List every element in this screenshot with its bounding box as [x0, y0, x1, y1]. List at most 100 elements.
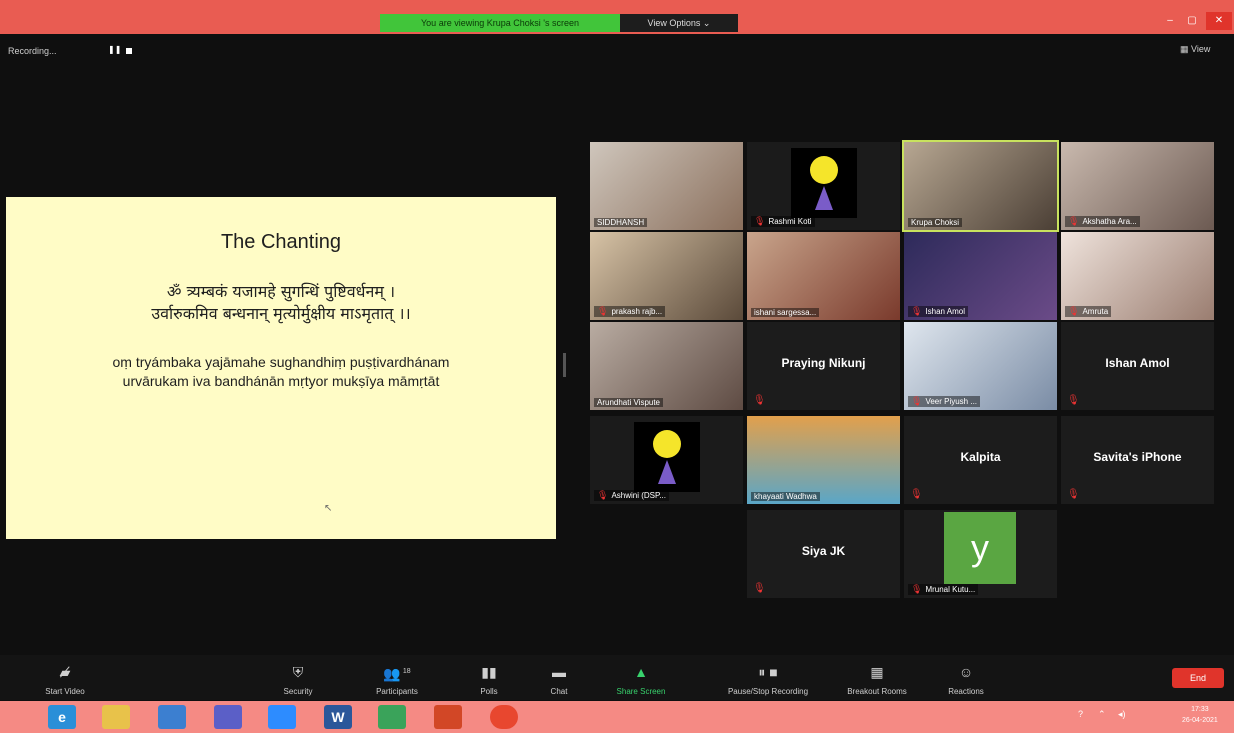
participant-video — [590, 322, 743, 410]
pen-app-icon[interactable] — [158, 705, 186, 729]
sanskrit-line-1: ॐ त्र्यम्बकं यजामहे सुगन्धिं पुष्टिवर्धन… — [166, 282, 396, 301]
participant-tile[interactable]: 🎙 Amruta — [1061, 232, 1214, 320]
chat-icon: ▬ — [552, 664, 566, 680]
maximize-button[interactable]: ▢ — [1180, 12, 1204, 30]
sanskrit-line-2: उर्वारुकमिव बन्धनान् मृत्योर्मुक्षीय माऽ… — [151, 304, 411, 323]
mic-muted-icon: 🎙 — [1068, 306, 1080, 316]
start-video-button[interactable]: ▰̸ Start Video — [20, 663, 110, 696]
participant-name: khayaati Wadhwa — [754, 492, 817, 501]
participant-name-label: SIDDHANSH — [594, 218, 648, 227]
view-options-button[interactable]: View Options ⌄ — [620, 14, 738, 32]
reactions-icon: ☺ — [958, 664, 974, 680]
participant-tile[interactable]: ishani sargessa... — [747, 232, 900, 320]
share-screen-button[interactable]: ▲ Share Screen — [596, 663, 686, 696]
participant-video — [747, 416, 900, 504]
mic-muted-icon: 🎙 — [1067, 395, 1080, 406]
zoom-icon[interactable] — [268, 705, 296, 729]
participant-name: Amruta — [1082, 307, 1109, 316]
mic-muted-icon: 🎙 — [1068, 216, 1080, 226]
participant-tile[interactable]: 🎙 Akshatha Ara... — [1061, 142, 1214, 230]
video-off-icon: ▰̸ — [59, 664, 71, 680]
participant-tile[interactable]: 🎙 Veer Piyush ... — [904, 322, 1057, 410]
profile-picture — [634, 422, 700, 492]
minimize-button[interactable]: – — [1158, 12, 1182, 30]
participant-name: Praying Nikunj — [781, 356, 866, 370]
participant-tile[interactable]: khayaati Wadhwa — [747, 416, 900, 504]
profile-picture — [791, 148, 857, 218]
participant-name: Akshatha Ara... — [1082, 217, 1137, 226]
participant-name: prakash rajb... — [611, 307, 663, 316]
participant-tile[interactable]: Ishan Amol 🎙 — [1061, 322, 1214, 410]
participant-tile[interactable]: Savita's iPhone 🎙 — [1061, 416, 1214, 504]
participant-name-label: 🎙 Akshatha Ara... — [1065, 216, 1140, 227]
mic-muted-icon: 🎙 — [1067, 489, 1080, 500]
mic-muted-icon: 🎙 — [597, 306, 609, 316]
chrome-icon[interactable] — [490, 705, 518, 729]
view-button[interactable]: ▦ View — [1180, 44, 1210, 55]
paint-icon[interactable] — [378, 705, 406, 729]
participant-name: Siya JK — [801, 544, 846, 558]
ie-icon[interactable]: e — [48, 705, 76, 729]
participants-button[interactable]: 👥 18 Participants — [352, 663, 442, 696]
end-meeting-button[interactable]: End — [1172, 668, 1224, 688]
chat-button[interactable]: ▬ Chat — [514, 663, 604, 696]
help-icon[interactable]: ? — [1078, 709, 1083, 719]
participant-video — [590, 142, 743, 230]
participant-tile[interactable]: Arundhati Vispute — [590, 322, 743, 410]
teams-icon[interactable] — [214, 705, 242, 729]
participant-tile[interactable]: 🎙 Ishan Amol — [904, 232, 1057, 320]
participant-name: Savita's iPhone — [1093, 450, 1182, 464]
tray-arrow-icon[interactable]: ⌃ — [1098, 709, 1106, 720]
recording-label: Recording... — [8, 46, 57, 56]
participant-tile[interactable]: 🎙 Rashmi Koti — [747, 142, 900, 230]
participant-name: Veer Piyush ... — [925, 397, 978, 406]
participant-name: ishani sargessa... — [754, 308, 817, 317]
presentation-icon[interactable] — [434, 705, 462, 729]
participant-tile[interactable]: 🎙 prakash rajb... — [590, 232, 743, 320]
participant-name: Kalpita — [960, 450, 1001, 464]
participant-tile[interactable]: 🎙 Ashwini (DSP... — [590, 416, 743, 504]
participant-name-label: 🎙 Ishan Amol — [908, 306, 969, 317]
word-icon[interactable]: W — [324, 705, 352, 729]
split-divider-handle[interactable] — [563, 353, 566, 377]
avatar: y — [944, 512, 1016, 584]
pause-stop-recording-button[interactable]: ⏸ ■ Pause/Stop Recording — [708, 663, 828, 696]
pause-recording-icon[interactable]: ❚❚ — [108, 45, 121, 54]
clock-date: 26-04-2021 — [1182, 717, 1218, 724]
slide-sanskrit: ॐ त्र्यम्बकं यजामहे सुगन्धिं पुष्टिवर्धन… — [6, 281, 556, 325]
pause-stop-icon: ⏸ ■ — [758, 664, 778, 680]
mic-muted-icon: 🎙 — [911, 306, 923, 316]
participant-tile[interactable]: Kalpita 🎙 — [904, 416, 1057, 504]
close-button[interactable]: ✕ — [1206, 12, 1232, 30]
slide-transliteration: oṃ tryámbaka yajāmahe sughandhiṃ puṣṭiva… — [6, 353, 556, 391]
participant-name-label: 🎙 Veer Piyush ... — [908, 396, 981, 407]
breakout-rooms-button[interactable]: ▦ Breakout Rooms — [832, 663, 922, 696]
participant-tile[interactable]: SIDDHANSH — [590, 142, 743, 230]
participant-name-label: 🎙 Mrunal Kutu... — [908, 584, 979, 595]
participant-name-label: 🎙 Ashwini (DSP... — [594, 490, 669, 501]
participant-name-label: Krupa Choksi — [908, 218, 963, 227]
mic-muted-icon: 🎙 — [753, 395, 766, 406]
viewing-banner: You are viewing Krupa Choksi 's screen — [380, 14, 620, 32]
windows-taskbar: e W ? ⌃ ◂) 17:33 26-04-2021 — [0, 701, 1234, 733]
participant-name: Ishan Amol — [1105, 356, 1170, 370]
shield-icon: ⛨ — [292, 664, 304, 680]
mouse-cursor-icon: ↖ — [324, 503, 333, 514]
participant-name-label: Arundhati Vispute — [594, 398, 664, 407]
mic-muted-icon: 🎙 — [597, 490, 609, 500]
participant-tile[interactable]: Krupa Choksi — [902, 140, 1059, 232]
reactions-button[interactable]: ☺ Reactions — [921, 663, 1011, 696]
mic-muted-icon: 🎙 — [911, 584, 923, 594]
participant-tile[interactable]: Siya JK 🎙 — [747, 510, 900, 598]
security-button[interactable]: ⛨ Security — [253, 663, 343, 696]
clock-time: 17:33 — [1191, 706, 1209, 713]
participant-tile[interactable]: Praying Nikunj 🎙 — [747, 322, 900, 410]
participants-icon: 👥 18 — [383, 665, 411, 682]
file-explorer-icon[interactable] — [102, 705, 130, 729]
mic-muted-icon: 🎙 — [753, 583, 766, 594]
system-clock[interactable]: 17:33 26-04-2021 — [1182, 704, 1218, 726]
stop-recording-icon[interactable] — [126, 48, 132, 54]
participant-name: Arundhati Vispute — [597, 398, 661, 407]
participant-tile[interactable]: y 🎙 Mrunal Kutu... — [904, 510, 1057, 598]
volume-icon[interactable]: ◂) — [1118, 709, 1126, 720]
